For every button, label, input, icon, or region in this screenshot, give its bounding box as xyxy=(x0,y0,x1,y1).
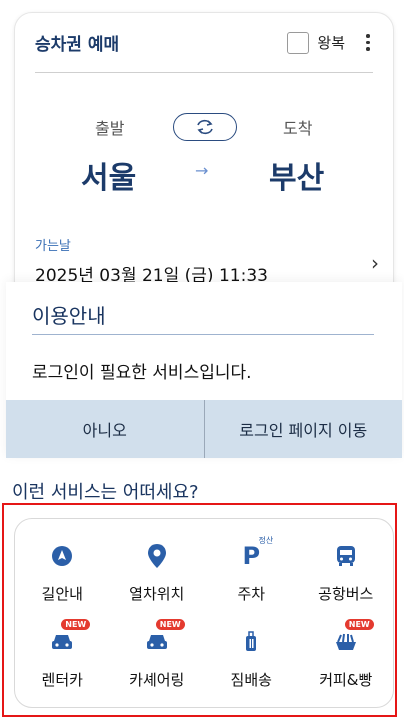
arrow-icon: → xyxy=(195,161,209,180)
new-badge: NEW xyxy=(155,619,185,630)
navigation-icon xyxy=(42,539,82,573)
dialog-buttons: 아니오 로그인 페이지 이동 xyxy=(6,400,402,458)
service-coffee-bread[interactable]: NEW 커피&빵 xyxy=(299,611,394,697)
no-button[interactable]: 아니오 xyxy=(6,400,204,458)
dialog-divider xyxy=(32,334,374,335)
location-pin-icon xyxy=(137,539,177,573)
service-luggage-delivery[interactable]: 짐배송 xyxy=(204,611,299,697)
login-dialog: 이용안내 로그인이 필요한 서비스입니다. 아니오 로그인 페이지 이동 xyxy=(6,282,402,458)
swap-button[interactable] xyxy=(173,113,237,141)
date-label: 가는날 xyxy=(35,239,71,254)
service-label: 공항버스 xyxy=(318,585,374,603)
service-airport-bus[interactable]: 공항버스 xyxy=(299,525,394,611)
swap-icon xyxy=(197,119,213,135)
service-label: 열차위치 xyxy=(129,585,185,603)
bus-icon xyxy=(326,539,366,573)
go-to-login-button[interactable]: 로그인 페이지 이동 xyxy=(203,400,403,458)
departure-label: 출발 xyxy=(95,119,125,138)
dialog-message: 로그인이 필요한 서비스입니다. xyxy=(32,363,252,383)
service-label: 짐배송 xyxy=(230,671,272,689)
service-label: 주차 xyxy=(237,585,266,603)
new-badge: NEW xyxy=(61,619,91,630)
more-icon[interactable] xyxy=(363,34,373,51)
service-navigation[interactable]: 길안내 xyxy=(15,525,110,611)
service-car-sharing[interactable]: NEW 카셰어링 xyxy=(110,611,205,697)
car-icon: NEW xyxy=(137,619,185,659)
service-label: 카셰어링 xyxy=(129,671,185,689)
new-badge: NEW xyxy=(344,619,374,630)
arrival-label: 도착 xyxy=(283,119,313,138)
service-label: 렌터카 xyxy=(41,671,83,689)
service-train-location[interactable]: 열차위치 xyxy=(110,525,205,611)
service-parking[interactable]: P 정산 주차 xyxy=(204,525,299,611)
dialog-title: 이용안내 xyxy=(32,304,106,328)
services-title: 이런 서비스는 어떠세요? xyxy=(12,482,199,503)
ticket-card: 승차권 예매 왕복 출발 도착 서울 → 부산 가는날 2025년 03월 21… xyxy=(14,12,394,312)
services-card: 길안내 열차위치 P 정산 주차 공항버스 NEW 렌터카 NEW 카셰어링 짐… xyxy=(14,518,394,708)
roundtrip-checkbox[interactable] xyxy=(287,31,310,54)
departure-city[interactable]: 서울 xyxy=(81,153,136,197)
ticket-header: 승차권 예매 왕복 xyxy=(35,13,373,73)
luggage-icon xyxy=(231,625,271,659)
roundtrip-label: 왕복 xyxy=(317,34,345,52)
parking-sub-label: 정산 xyxy=(258,536,274,545)
chevron-right-icon[interactable]: › xyxy=(371,251,379,275)
arrival-city[interactable]: 부산 xyxy=(269,153,324,197)
service-rental-car[interactable]: NEW 렌터카 xyxy=(15,611,110,697)
ticket-title: 승차권 예매 xyxy=(35,35,120,55)
service-label: 커피&빵 xyxy=(319,671,373,689)
service-label: 길안내 xyxy=(41,585,83,603)
coffee-icon: NEW xyxy=(326,619,374,659)
car-icon: NEW xyxy=(42,619,91,659)
parking-icon: P 정산 xyxy=(242,536,274,570)
